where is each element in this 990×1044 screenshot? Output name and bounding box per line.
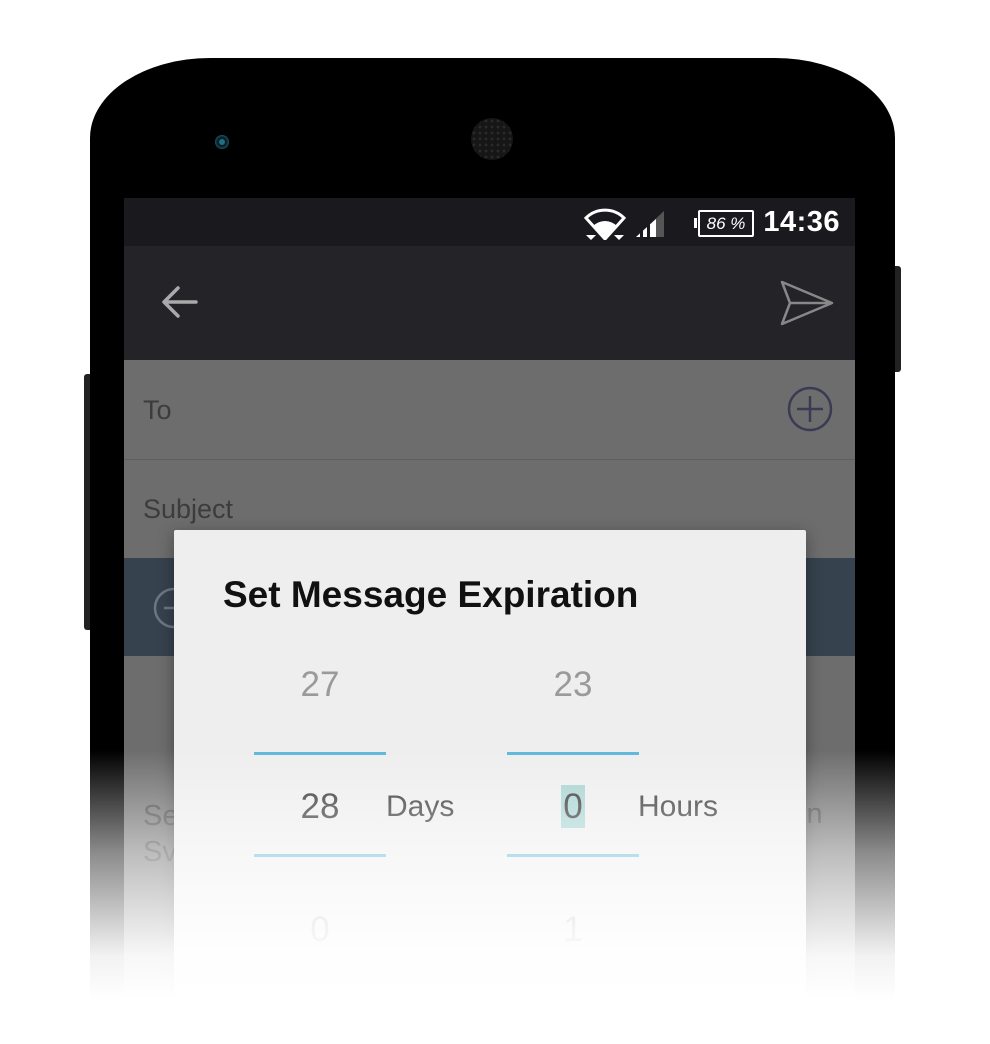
picker-divider (507, 854, 639, 857)
to-label: To (143, 395, 172, 425)
add-recipient-icon[interactable] (786, 385, 834, 433)
wifi-icon (584, 208, 626, 240)
hours-current-text[interactable]: 0 (561, 785, 585, 828)
days-unit-label: Days (386, 790, 455, 823)
days-next-value[interactable]: 0 (254, 910, 386, 950)
cell-signal-icon (636, 211, 664, 237)
app-bar (124, 246, 855, 360)
battery-indicator: 86 % (694, 210, 754, 237)
days-picker[interactable]: 27 28 0 (254, 530, 386, 1044)
days-current-value[interactable]: 28 (254, 787, 386, 827)
hours-current-value[interactable]: 0 (507, 785, 639, 828)
hours-prev-value[interactable]: 23 (507, 665, 639, 705)
picker-divider (254, 752, 386, 755)
hours-next-value[interactable]: 1 (507, 910, 639, 950)
subject-label: Subject (143, 494, 234, 524)
front-camera-icon (215, 135, 229, 149)
hours-unit-label: Hours (638, 790, 719, 823)
picker-divider (254, 854, 386, 857)
earpiece-speaker-icon (471, 118, 513, 160)
days-prev-value[interactable]: 27 (254, 665, 386, 705)
back-arrow-icon[interactable] (160, 282, 200, 322)
to-field[interactable]: To (124, 361, 855, 460)
hours-picker[interactable]: 23 0 1 (507, 530, 639, 1044)
clock: 14:36 (763, 206, 840, 238)
status-bar: 86 % 14:36 (124, 198, 855, 246)
send-icon[interactable] (778, 278, 836, 328)
expiration-dialog: Set Message Expiration 27 28 0 Days 23 0… (174, 530, 806, 1044)
picker-divider (507, 752, 639, 755)
